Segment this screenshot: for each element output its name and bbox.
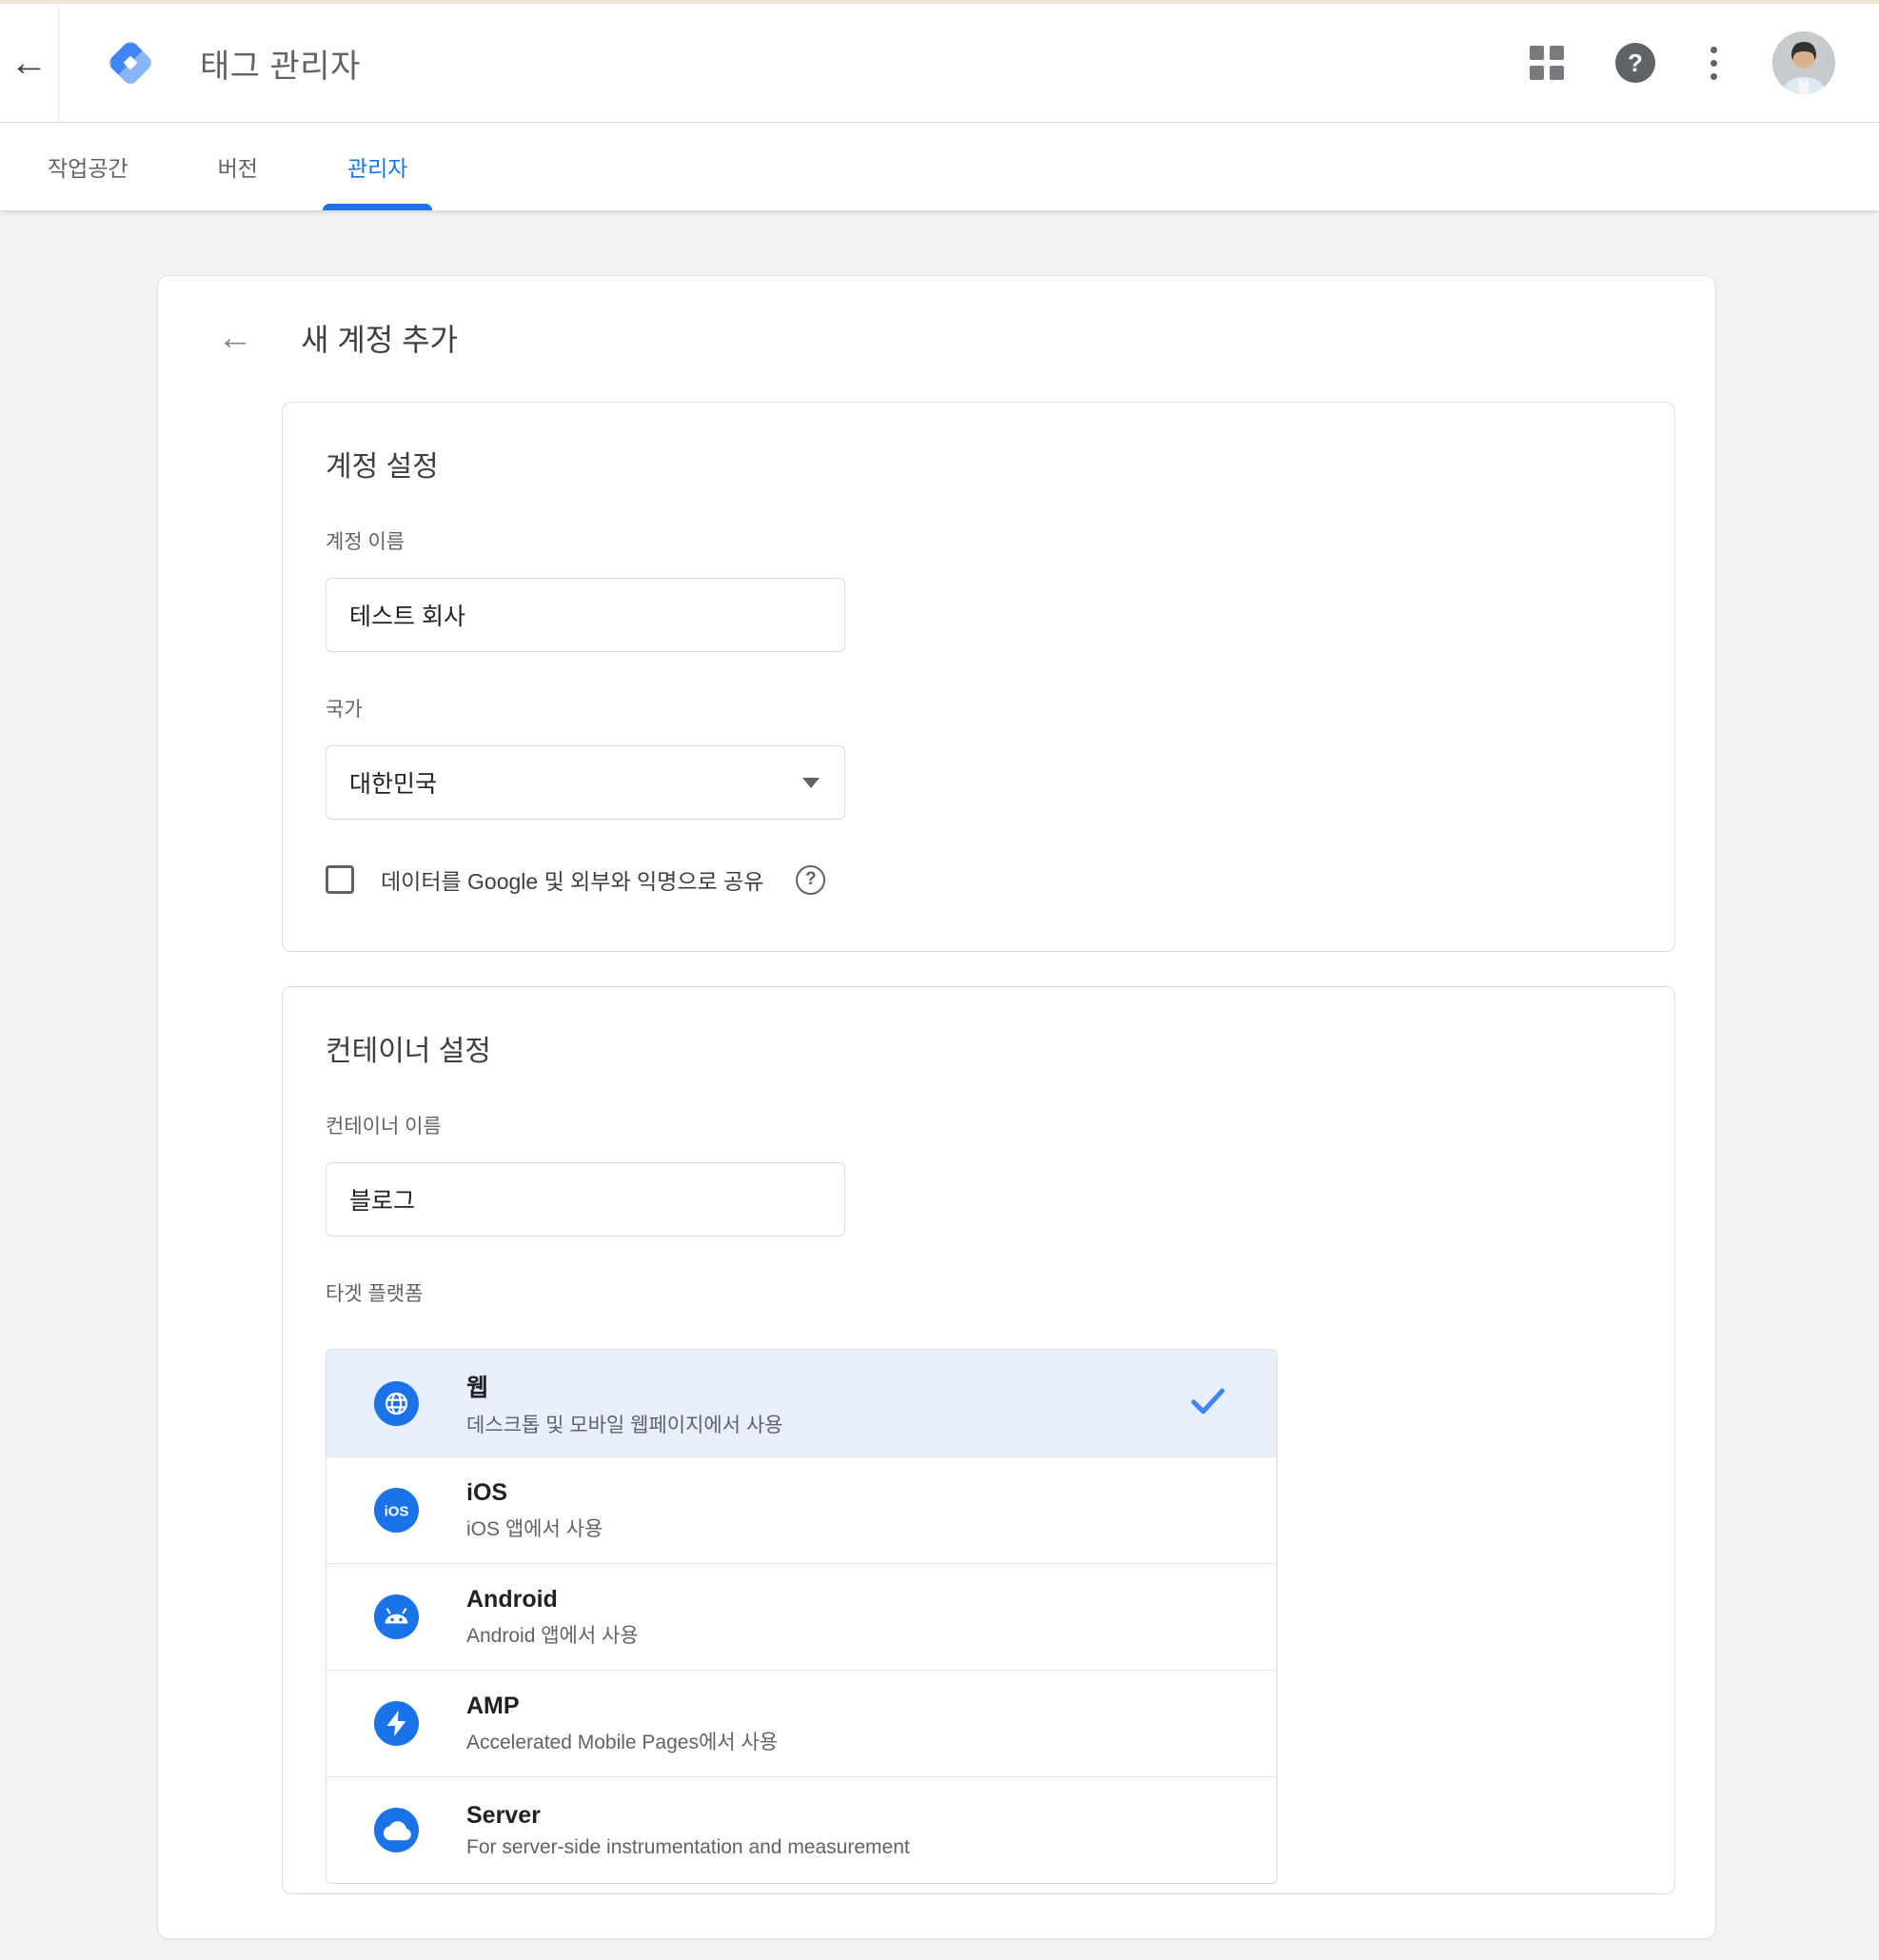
arrow-left-icon: ←: [10, 44, 49, 82]
main-content: ← 새 계정 추가 계정 설정 계정 이름 국가 대한민국 데이터를 Googl…: [0, 210, 1879, 1960]
tab-bar: 작업공간 버전 관리자: [0, 123, 1879, 210]
target-platform-list: 웹데스크톱 및 모바일 웹페이지에서 사용 iOS iOS iOS 앱에서 사용 And…: [326, 1349, 1277, 1884]
platform-row-server[interactable]: Server For server-side instrumentation an…: [326, 1776, 1276, 1883]
platform-description: For server-side instrumentation and meas…: [466, 1836, 910, 1859]
target-platform-label: 타겟 플랫폼: [326, 1278, 1632, 1307]
account-name-input[interactable]: [326, 578, 845, 652]
share-data-label: 데이터를 Google 및 외부와 익명으로 공유: [381, 863, 763, 896]
help-icon[interactable]: ?: [1615, 43, 1655, 83]
platform-text: AMP Accelerated Mobile Pages에서 사용: [466, 1693, 778, 1755]
cloud-icon: [374, 1808, 419, 1852]
platform-row-android[interactable]: Android Android 앱에서 사용: [326, 1563, 1276, 1670]
container-settings-section: 컨테이너 설정 컨테이너 이름 타겟 플랫폼 웹데스크톱 및 모바일 웹페이지에…: [282, 986, 1675, 1894]
svg-text:iOS: iOS: [385, 1504, 409, 1520]
platform-description: 데스크톱 및 모바일 웹페이지에서 사용: [466, 1410, 782, 1438]
platform-title: Server: [466, 1802, 910, 1830]
tab-workspace[interactable]: 작업공간: [23, 123, 153, 210]
country-selected-value: 대한민국: [349, 765, 437, 800]
country-select[interactable]: 대한민국: [326, 745, 845, 820]
platform-row-amp[interactable]: AMP Accelerated Mobile Pages에서 사용: [326, 1670, 1276, 1776]
platform-description: iOS 앱에서 사용: [466, 1514, 603, 1542]
app-header: ← 태그 관리자 ?: [0, 4, 1879, 123]
avatar[interactable]: [1772, 31, 1835, 94]
account-settings-section: 계정 설정 계정 이름 국가 대한민국 데이터를 Google 및 외부와 익명…: [282, 402, 1675, 952]
platform-row-web[interactable]: 웹데스크톱 및 모바일 웹페이지에서 사용: [326, 1350, 1276, 1456]
tab-versions[interactable]: 버전: [193, 123, 283, 210]
amp-bolt-icon: [374, 1701, 419, 1746]
platform-title: iOS: [466, 1479, 603, 1507]
tag-manager-logo-icon: [103, 35, 158, 90]
android-icon: [374, 1594, 419, 1639]
header-actions: ?: [1530, 31, 1835, 94]
user-photo-icon: [1772, 31, 1835, 94]
platform-text: iOS iOS 앱에서 사용: [466, 1479, 603, 1542]
header-back-button[interactable]: ←: [0, 4, 59, 122]
card-header: ← 새 계정 추가: [158, 316, 1715, 360]
admin-card: ← 새 계정 추가 계정 설정 계정 이름 국가 대한민국 데이터를 Googl…: [157, 275, 1716, 1939]
page-title: 새 계정 추가: [301, 316, 458, 360]
page-back-arrow-icon[interactable]: ←: [217, 320, 253, 356]
checkmark-icon: [1189, 1385, 1227, 1422]
platform-text: Android Android 앱에서 사용: [466, 1586, 639, 1649]
ios-icon: iOS: [374, 1488, 419, 1533]
platform-row-ios[interactable]: iOS iOS iOS 앱에서 사용: [326, 1456, 1276, 1563]
globe-icon: [374, 1381, 419, 1426]
account-name-label: 계정 이름: [326, 526, 1632, 555]
apps-grid-icon[interactable]: [1530, 46, 1564, 80]
chevron-down-icon: [802, 778, 820, 788]
platform-text: Server For server-side instrumentation an…: [466, 1802, 910, 1859]
share-data-checkbox[interactable]: [326, 865, 354, 894]
share-help-icon[interactable]: ?: [796, 865, 825, 895]
platform-title: Android: [466, 1586, 639, 1614]
container-name-input[interactable]: [326, 1162, 845, 1237]
kebab-menu-icon[interactable]: [1707, 43, 1721, 84]
platform-title: AMP: [466, 1693, 778, 1720]
container-settings-heading: 컨테이너 설정: [326, 1027, 1632, 1069]
account-settings-heading: 계정 설정: [326, 443, 1632, 485]
platform-text: 웹데스크톱 및 모바일 웹페이지에서 사용: [466, 1369, 782, 1438]
platform-title: 웹: [466, 1369, 782, 1403]
tab-admin[interactable]: 관리자: [323, 123, 432, 210]
container-name-label: 컨테이너 이름: [326, 1111, 1632, 1139]
share-data-row: 데이터를 Google 및 외부와 익명으로 공유 ?: [326, 863, 1632, 896]
platform-description: Android 앱에서 사용: [466, 1620, 639, 1649]
app-title: 태그 관리자: [200, 40, 361, 87]
platform-description: Accelerated Mobile Pages에서 사용: [466, 1727, 778, 1755]
country-label: 국가: [326, 694, 1632, 723]
